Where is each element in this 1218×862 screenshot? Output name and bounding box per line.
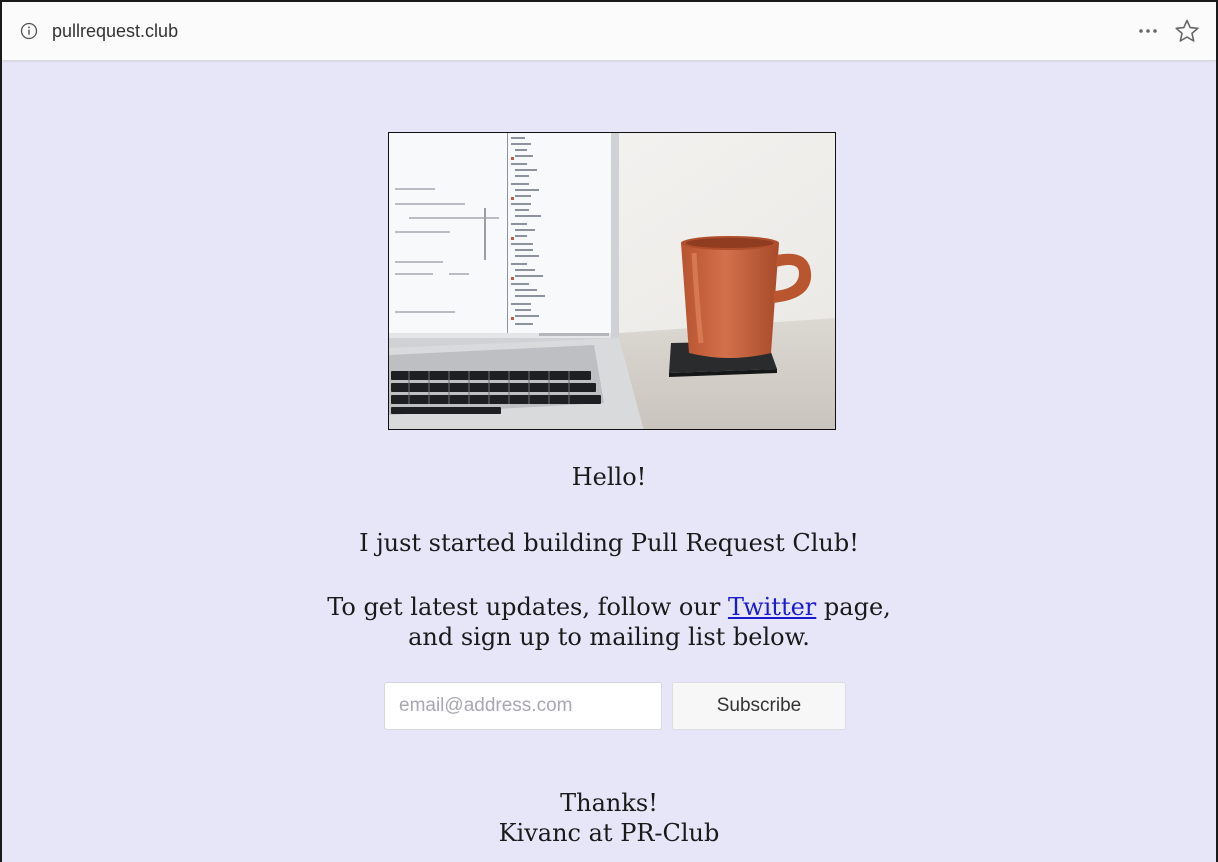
updates-line-2: and sign up to mailing list below. <box>408 623 810 651</box>
email-input[interactable] <box>384 682 662 730</box>
updates-suffix: page, <box>816 593 891 621</box>
twitter-link[interactable]: Twitter <box>728 593 816 621</box>
browser-window: pullrequest.club Hello! I just started b… <box>0 0 1218 862</box>
signature-text: Kivanc at PR-Club <box>498 819 720 847</box>
subscribe-form: Subscribe <box>384 682 846 730</box>
updates-prefix: To get latest updates, follow our <box>327 593 728 621</box>
browser-toolbar: pullrequest.club <box>2 2 1216 61</box>
updates-paragraph: To get latest updates, follow our Twitte… <box>2 592 1216 652</box>
more-horizontal-icon[interactable] <box>1136 19 1160 43</box>
star-outline-icon[interactable] <box>1174 18 1200 44</box>
address-bar-url[interactable]: pullrequest.club <box>52 21 178 42</box>
signoff: Thanks! Kivanc at PR-Club <box>2 788 1216 848</box>
thanks-text: Thanks! <box>560 789 658 817</box>
subscribe-button[interactable]: Subscribe <box>672 682 846 730</box>
info-circle-icon[interactable] <box>20 22 38 40</box>
hero-image <box>388 132 836 430</box>
intro-text: I just started building Pull Request Clu… <box>359 529 859 557</box>
page-content: Hello! I just started building Pull Requ… <box>2 60 1216 862</box>
greeting-text: Hello! <box>571 463 647 491</box>
